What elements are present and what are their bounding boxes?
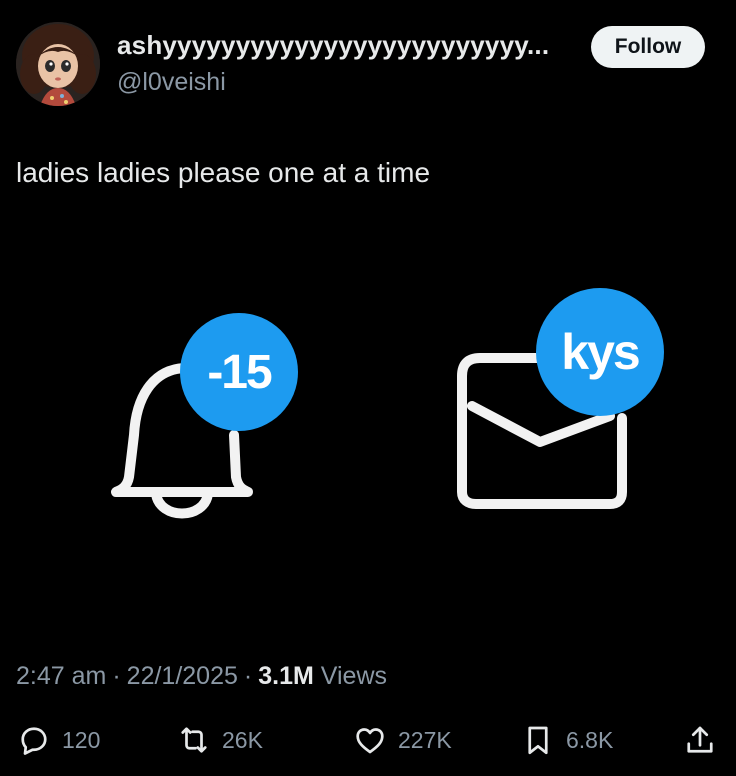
repost-button[interactable]: 26K <box>176 718 263 762</box>
like-count: 227K <box>398 726 452 753</box>
share-button[interactable] <box>682 718 718 762</box>
heart-icon <box>352 722 388 758</box>
follow-button[interactable]: Follow <box>591 26 705 68</box>
repost-count: 26K <box>222 726 263 753</box>
meta-separator: · <box>112 662 121 690</box>
post-text: ladies ladies please one at a time <box>16 157 431 188</box>
reply-icon <box>16 722 52 758</box>
bookmark-icon <box>520 722 556 758</box>
post-media-image[interactable]: -15 kys <box>0 230 736 630</box>
post-time[interactable]: 2:47 am <box>16 662 106 690</box>
reply-button[interactable]: 120 <box>16 718 100 762</box>
author-display-name[interactable]: ashyyyyyyyyyyyyyyyyyyyyyyyyy... <box>117 30 549 61</box>
notification-count-badge: -15 <box>180 313 298 431</box>
reply-count: 120 <box>62 726 101 753</box>
bookmark-count: 6.8K <box>566 726 614 753</box>
like-button[interactable]: 227K <box>352 718 452 762</box>
action-bar: 120 26K 227K 6.8K <box>0 718 736 762</box>
share-icon <box>682 722 718 758</box>
bookmark-button[interactable]: 6.8K <box>520 718 613 762</box>
repost-icon <box>176 722 212 758</box>
message-badge: kys <box>536 288 664 416</box>
views-count: 3.1M <box>258 662 314 690</box>
media-icons-drawing <box>111 353 627 519</box>
author-handle[interactable]: @l0veishi <box>117 68 226 97</box>
post-date[interactable]: 22/1/2025 <box>127 662 238 690</box>
avatar[interactable] <box>16 22 100 106</box>
meta-separator: · <box>243 662 253 690</box>
avatar-doll-image <box>16 22 100 106</box>
post-meta: 2:47 am · 22/1/2025 · 3.1M Views <box>16 662 387 691</box>
views-label: Views <box>320 662 388 690</box>
